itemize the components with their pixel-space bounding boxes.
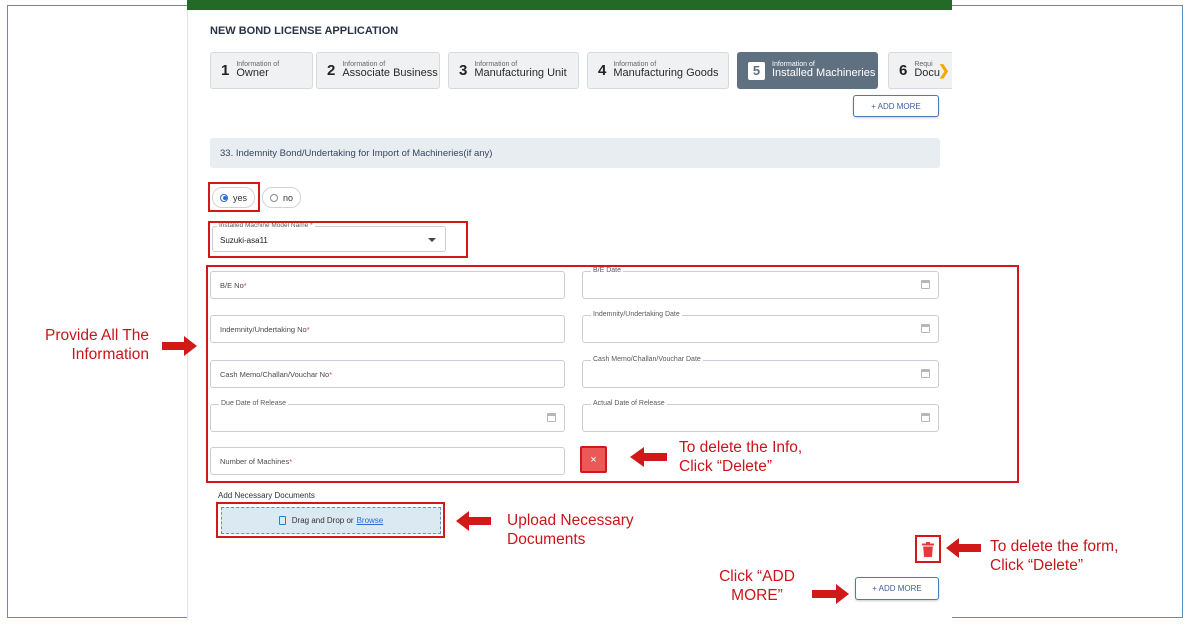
step-number: 2 xyxy=(327,62,336,79)
radio-no-label: no xyxy=(283,192,294,203)
arrow-right-icon xyxy=(162,336,197,356)
arrow-left-icon xyxy=(946,538,981,558)
step-label: Associate Business xyxy=(342,67,438,80)
step-number: 3 xyxy=(459,62,468,79)
highlight-form xyxy=(206,265,1019,483)
step-manufacturing-unit[interactable]: 3 Information of Manufacturing Unit xyxy=(448,52,579,89)
annotation-upload-docs: Upload Necessary Documents xyxy=(507,512,634,549)
step-label: Owner xyxy=(236,67,269,80)
highlight-dropzone xyxy=(216,502,445,538)
docs-label: Add Necessary Documents xyxy=(218,491,315,500)
header-bar xyxy=(187,0,952,10)
step-number: 5 xyxy=(748,61,765,80)
trash-icon xyxy=(922,541,934,557)
step-manufacturing-goods[interactable]: 4 Information of Manufacturing Goods xyxy=(587,52,729,89)
step-label: Manufacturing Goods xyxy=(613,67,719,80)
step-label: Manufacturing Unit xyxy=(474,67,567,80)
arrow-left-icon xyxy=(456,511,491,531)
section-heading: 33. Indemnity Bond/Undertaking for Impor… xyxy=(210,138,940,168)
step-label: Installed Machineries xyxy=(772,67,876,80)
annotation-delete-form: To delete the form, Click “Delete” xyxy=(990,538,1119,575)
step-number: 4 xyxy=(598,62,607,79)
highlight-select xyxy=(208,221,468,258)
arrow-right-icon xyxy=(812,584,849,604)
add-more-button-top[interactable]: + ADD MORE xyxy=(853,95,939,117)
annotation-add-more: Click “ADD MORE” xyxy=(719,568,795,605)
step-label: Docu xyxy=(914,67,941,80)
annotation-provide-info: Provide All The Information xyxy=(45,327,149,364)
chevron-right-icon[interactable]: ❯ xyxy=(938,62,950,79)
step-number: 6 xyxy=(899,62,908,79)
annotation-delete-info: To delete the Info, Click “Delete” xyxy=(679,439,803,476)
highlight-radio xyxy=(208,182,260,212)
step-associate-business[interactable]: 2 Information of Associate Business xyxy=(316,52,440,89)
stepper: 1 Information of Owner 2 Information of As… xyxy=(210,52,952,90)
step-number: 1 xyxy=(221,62,230,79)
step-owner[interactable]: 1 Information of Owner xyxy=(210,52,313,89)
step-installed-machineries[interactable]: 5 Information of Installed Machineries xyxy=(737,52,878,89)
radio-dot-icon xyxy=(270,193,278,202)
arrow-left-icon xyxy=(630,447,667,467)
radio-no[interactable]: no xyxy=(262,187,302,208)
delete-form-button[interactable] xyxy=(915,535,941,563)
page-title: NEW BOND LICENSE APPLICATION xyxy=(210,25,399,37)
add-more-button-bottom[interactable]: + ADD MORE xyxy=(855,577,939,600)
